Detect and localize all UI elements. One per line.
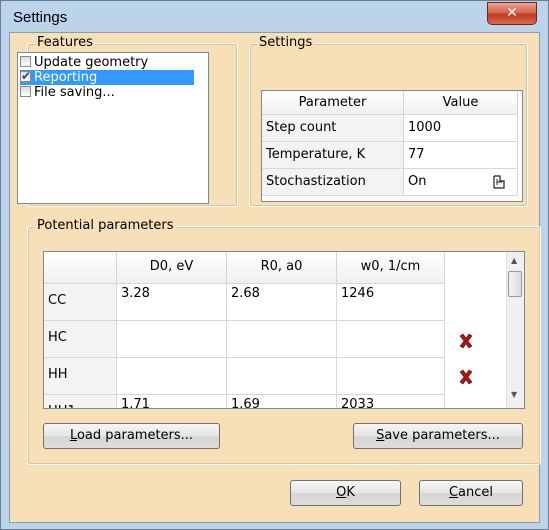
feature-item-label: Update geometry xyxy=(34,55,149,70)
vertical-scrollbar[interactable]: ▲ ▼ xyxy=(506,252,524,408)
scroll-down-arrow-icon[interactable]: ▼ xyxy=(511,390,517,399)
hh1-r0-cell[interactable]: 1.69 xyxy=(227,395,337,408)
potential-row-name-hh: HH xyxy=(44,358,117,395)
cancel-button[interactable]: Cancel xyxy=(419,480,523,506)
potential-row-name-hc: HC xyxy=(44,321,117,358)
combo-toggle-icon[interactable] xyxy=(492,175,506,189)
features-list[interactable]: Update geometry ✔ Reporting File saving..… xyxy=(17,52,209,204)
cc-w0-cell[interactable]: 1246 xyxy=(337,284,445,321)
delete-row-hc-icon[interactable] xyxy=(458,333,474,349)
feature-item-file-saving[interactable]: File saving... xyxy=(20,85,115,100)
potential-header-corner xyxy=(44,252,117,284)
update-geometry-checkbox[interactable] xyxy=(20,56,31,67)
checkmark-icon: ✔ xyxy=(21,69,32,83)
cc-d0-cell[interactable]: 3.28 xyxy=(117,284,227,321)
stochastization-value[interactable]: On xyxy=(404,169,518,196)
hh-w0-cell[interactable] xyxy=(337,358,445,395)
potential-header-d0[interactable]: D0, eV xyxy=(117,252,227,284)
title-bar: Settings ✕ xyxy=(1,1,548,33)
stochastization-value-text: On xyxy=(408,174,427,189)
load-mnemonic: L xyxy=(69,428,77,443)
save-parameters-button[interactable]: Save parameters... xyxy=(353,423,523,449)
settings-legend: Settings xyxy=(257,35,315,50)
load-label: oad parameters... xyxy=(76,428,194,443)
cc-r0-cell[interactable]: 2.68 xyxy=(227,284,337,321)
close-button[interactable]: ✕ xyxy=(487,2,537,25)
potential-row-name-cc: CC xyxy=(44,284,117,321)
step-count-value[interactable]: 1000 xyxy=(404,115,518,142)
potential-header-r0[interactable]: R0, a0 xyxy=(227,252,337,284)
ok-label: K xyxy=(346,485,355,500)
feature-item-label: File saving... xyxy=(34,85,115,100)
feature-item-label: Reporting xyxy=(34,70,98,85)
hh1-d0-cell[interactable]: 1.71 xyxy=(117,395,227,408)
settings-grid: Parameter Value Step count 1000 Temperat… xyxy=(261,90,523,202)
settings-param-temperature: Temperature, K xyxy=(262,142,404,169)
ok-button[interactable]: OK xyxy=(290,480,401,506)
temperature-value[interactable]: 77 xyxy=(404,142,518,169)
window-title: Settings xyxy=(13,9,68,26)
feature-item-update-geometry[interactable]: Update geometry xyxy=(20,55,148,70)
hh-r0-cell[interactable] xyxy=(227,358,337,395)
scroll-up-arrow-icon[interactable]: ▲ xyxy=(511,256,517,265)
cancel-mnemonic: C xyxy=(448,485,459,500)
hh1-w0-cell[interactable]: 2033 xyxy=(337,395,445,408)
feature-item-reporting[interactable]: ✔ Reporting xyxy=(20,69,194,85)
reporting-checkbox[interactable]: ✔ xyxy=(20,69,32,83)
potential-header-w0[interactable]: w0, 1/cm xyxy=(337,252,445,284)
save-label: ave parameters... xyxy=(384,428,500,443)
load-parameters-button[interactable]: Load parameters... xyxy=(43,423,220,449)
potential-parameters-grid: D0, eV R0, a0 w0, 1/cm CC 3.28 2.68 1246… xyxy=(43,251,525,409)
settings-param-step-count: Step count xyxy=(262,115,404,142)
scrollbar-thumb[interactable] xyxy=(508,271,522,297)
settings-header-value[interactable]: Value xyxy=(404,91,518,115)
hc-d0-cell[interactable] xyxy=(117,321,227,358)
hc-w0-cell[interactable] xyxy=(337,321,445,358)
ok-mnemonic: O xyxy=(336,485,347,500)
potential-row-name-hh1: HH1 xyxy=(44,395,117,408)
settings-header-parameter[interactable]: Parameter xyxy=(262,91,404,115)
delete-row-hh-icon[interactable] xyxy=(458,369,474,385)
settings-param-stochastization: Stochastization xyxy=(262,169,404,196)
cancel-label: ancel xyxy=(458,485,494,500)
potential-parameters-legend: Potential parameters xyxy=(35,218,176,233)
hh-d0-cell[interactable] xyxy=(117,358,227,395)
hc-r0-cell[interactable] xyxy=(227,321,337,358)
features-legend: Features xyxy=(35,35,95,50)
file-saving-checkbox[interactable] xyxy=(20,86,31,97)
